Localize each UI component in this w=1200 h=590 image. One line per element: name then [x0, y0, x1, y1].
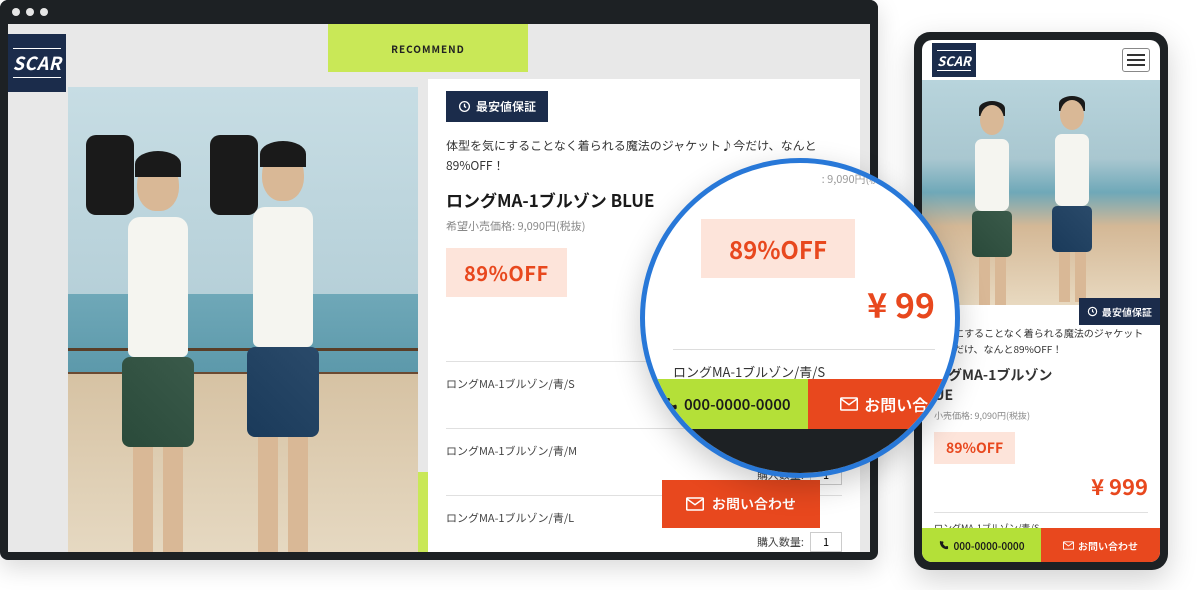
- window-dot: [40, 8, 48, 16]
- product-image: [922, 80, 1160, 305]
- badge-text: 最安値保証: [1102, 304, 1152, 319]
- product-msrp: 小売価格: 9,090円(税抜): [934, 409, 1148, 422]
- contact-button-label: お問い合わせ: [1078, 538, 1138, 553]
- mail-icon: [686, 497, 704, 511]
- brand-logo-text: SCAR: [937, 50, 971, 71]
- contact-button[interactable]: お問い合わせ: [1041, 528, 1160, 562]
- brand-logo-text: SCAR: [13, 48, 62, 78]
- phone-icon: [662, 396, 678, 412]
- mobile-header: SCAR: [922, 40, 1160, 80]
- discount-badge: 89%OFF: [701, 219, 855, 278]
- lowest-price-badge: 最安値保証: [446, 91, 548, 122]
- phone-number: 000-0000-0000: [953, 538, 1024, 553]
- brand-logo[interactable]: SCAR: [932, 43, 976, 77]
- contact-button-label: お問い合: [864, 392, 928, 416]
- product-price: ¥ 99: [867, 279, 935, 328]
- zoom-msrp-fragment: : 9,090円(税抜): [822, 171, 895, 187]
- clock-icon: [1087, 306, 1098, 317]
- contact-button-label: お問い合わせ: [712, 494, 796, 514]
- mobile-sticky-footer: 000-0000-0000 お問い合わせ: [922, 528, 1160, 562]
- product-image: [68, 87, 418, 552]
- lowest-price-badge: 最安値保証: [1079, 298, 1160, 325]
- hamburger-menu-button[interactable]: [1122, 48, 1150, 72]
- sticky-footer-bar: 000-0000-0000 お問い合: [645, 379, 955, 429]
- zoom-lens: : 9,090円(税抜) 89%OFF ¥ 99 ロングMA-1ブルゾン/青/S…: [640, 158, 960, 478]
- brand-logo[interactable]: SCAR: [8, 34, 66, 92]
- phone-number: 000-0000-0000: [684, 394, 791, 415]
- product-price: ¥ 999: [934, 470, 1148, 502]
- window-dot: [26, 8, 34, 16]
- window-dot: [12, 8, 20, 16]
- phone-button[interactable]: 000-0000-0000: [645, 379, 808, 429]
- qty-label: 購入数量:: [757, 534, 804, 550]
- recommend-banner: RECOMMEND: [328, 24, 528, 72]
- mail-icon: [840, 397, 858, 411]
- badge-text: 最安値保証: [476, 98, 536, 115]
- clock-icon: [458, 100, 471, 113]
- discount-badge: 89%OFF: [446, 248, 567, 297]
- phone-icon: [938, 540, 949, 551]
- qty-input[interactable]: [810, 532, 842, 552]
- variant-row: ロングMA-1ブルゾン/青/S: [673, 349, 935, 381]
- phone-button[interactable]: 000-0000-0000: [922, 528, 1041, 562]
- recommend-label: RECOMMEND: [391, 41, 465, 56]
- contact-button[interactable]: お問い合: [808, 379, 955, 429]
- zoom-dark-area: [645, 429, 955, 473]
- mail-icon: [1063, 540, 1074, 551]
- product-title: ングMA-1ブルゾンUE: [934, 365, 1148, 405]
- product-description: を気にすることなく着られる魔法のジャケット♪今だけ、なんと89%OFF！: [934, 325, 1148, 357]
- contact-button[interactable]: お問い合わせ: [662, 480, 820, 528]
- window-title-bar: [0, 0, 878, 24]
